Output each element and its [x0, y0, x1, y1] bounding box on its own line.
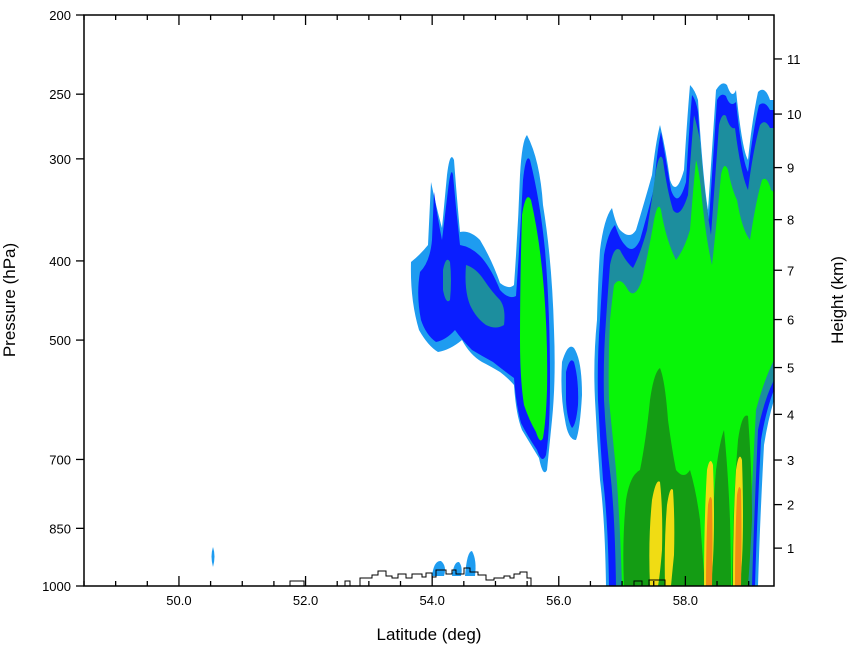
pressure-tick-label: 400 — [49, 254, 71, 269]
contour-region — [432, 560, 445, 576]
x-tick-label: 50.0 — [166, 593, 191, 608]
pressure-tick-label: 250 — [49, 87, 71, 102]
chart: 50.0 52.0 54.0 56.0 58.0 200 250 300 400 500 700 8… — [0, 0, 850, 650]
height-tick-label: 8 — [787, 213, 794, 228]
pressure-tick-label: 700 — [49, 452, 71, 467]
pressure-tick-label: 500 — [49, 333, 71, 348]
height-tick-label: 1 — [787, 541, 794, 556]
height-tick-label: 5 — [787, 361, 794, 376]
pressure-tick-label: 850 — [49, 521, 71, 536]
height-tick-label: 2 — [787, 498, 794, 513]
pressure-tick-label: 300 — [49, 152, 71, 167]
x-tick-label: 56.0 — [546, 593, 571, 608]
height-axis-title: Height (km) — [828, 256, 847, 344]
x-tick-label: 58.0 — [673, 593, 698, 608]
height-tick-label: 7 — [787, 263, 794, 278]
x-axis-title: Latitude (deg) — [377, 625, 482, 644]
pressure-axis-title: Pressure (hPa) — [0, 243, 19, 357]
height-tick-label: 6 — [787, 313, 794, 328]
height-axis: 1 2 3 4 5 6 7 8 9 10 11 — [774, 52, 801, 556]
contour-region — [211, 547, 215, 567]
pressure-tick-label: 1000 — [42, 579, 71, 594]
height-tick-label: 3 — [787, 453, 794, 468]
height-tick-label: 10 — [787, 107, 801, 122]
pressure-tick-label: 200 — [49, 8, 71, 23]
height-tick-label: 11 — [787, 52, 801, 67]
contour-fill-layer — [211, 83, 774, 586]
x-tick-label: 52.0 — [293, 593, 318, 608]
x-tick-label: 54.0 — [420, 593, 445, 608]
pressure-axis: 200 250 300 400 500 700 850 1000 — [42, 8, 84, 594]
height-tick-label: 4 — [787, 407, 794, 422]
height-tick-label: 9 — [787, 161, 794, 176]
cross-section-plot: 50.0 52.0 54.0 56.0 58.0 200 250 300 400 500 700 8… — [0, 8, 847, 644]
